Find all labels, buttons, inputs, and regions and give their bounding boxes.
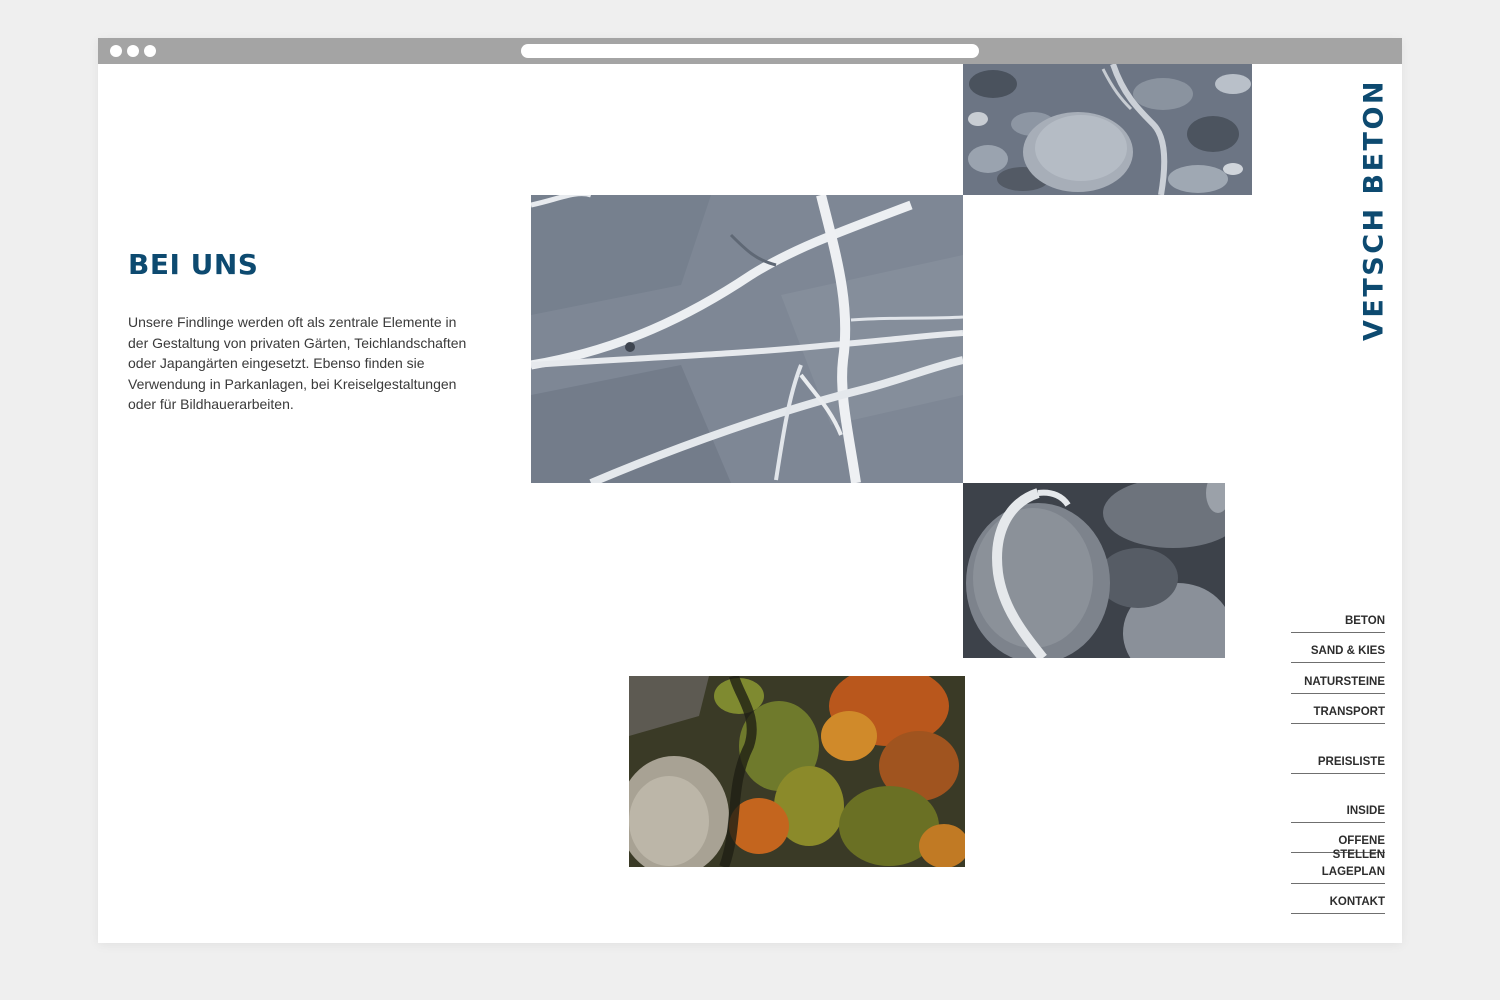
- veined-rock-photo: [531, 195, 963, 483]
- river-stones-photo: [963, 64, 1252, 195]
- browser-window: BEI UNS Unsere Findlinge werden oft als …: [98, 38, 1402, 943]
- nav-item-natursteine[interactable]: NATURSTEINE: [1291, 675, 1385, 694]
- boulders-photo: [963, 483, 1225, 658]
- window-dot-icon[interactable]: [110, 45, 122, 57]
- address-bar[interactable]: [521, 44, 979, 58]
- nav-item-preisliste[interactable]: PREISLISTE: [1291, 755, 1385, 774]
- nav-item-beton[interactable]: BETON: [1291, 614, 1385, 633]
- nav-item-kontakt[interactable]: KONTAKT: [1291, 895, 1385, 914]
- window-dot-icon[interactable]: [144, 45, 156, 57]
- nav-item-inside[interactable]: INSIDE: [1291, 804, 1385, 823]
- logo-text: VETSCH BETON: [1358, 78, 1390, 342]
- page-content: BEI UNS Unsere Findlinge werden oft als …: [98, 64, 1402, 943]
- brand-logo[interactable]: VETSCH BETON: [1353, 79, 1395, 341]
- browser-toolbar: [98, 38, 1402, 64]
- nav-item-sand-kies[interactable]: SAND & KIES: [1291, 644, 1385, 663]
- autumn-gorge-photo: [629, 676, 965, 867]
- intro-paragraph: Unsere Findlinge werden oft als zentrale…: [128, 314, 467, 412]
- nav-item-offene-stellen[interactable]: OFFENE STELLEN: [1291, 834, 1385, 861]
- page-title: BEI UNS: [128, 248, 259, 281]
- nav-item-transport[interactable]: TRANSPORT: [1291, 705, 1385, 724]
- window-dot-icon[interactable]: [127, 45, 139, 57]
- nav-item-lageplan[interactable]: LAGEPLAN: [1291, 865, 1385, 884]
